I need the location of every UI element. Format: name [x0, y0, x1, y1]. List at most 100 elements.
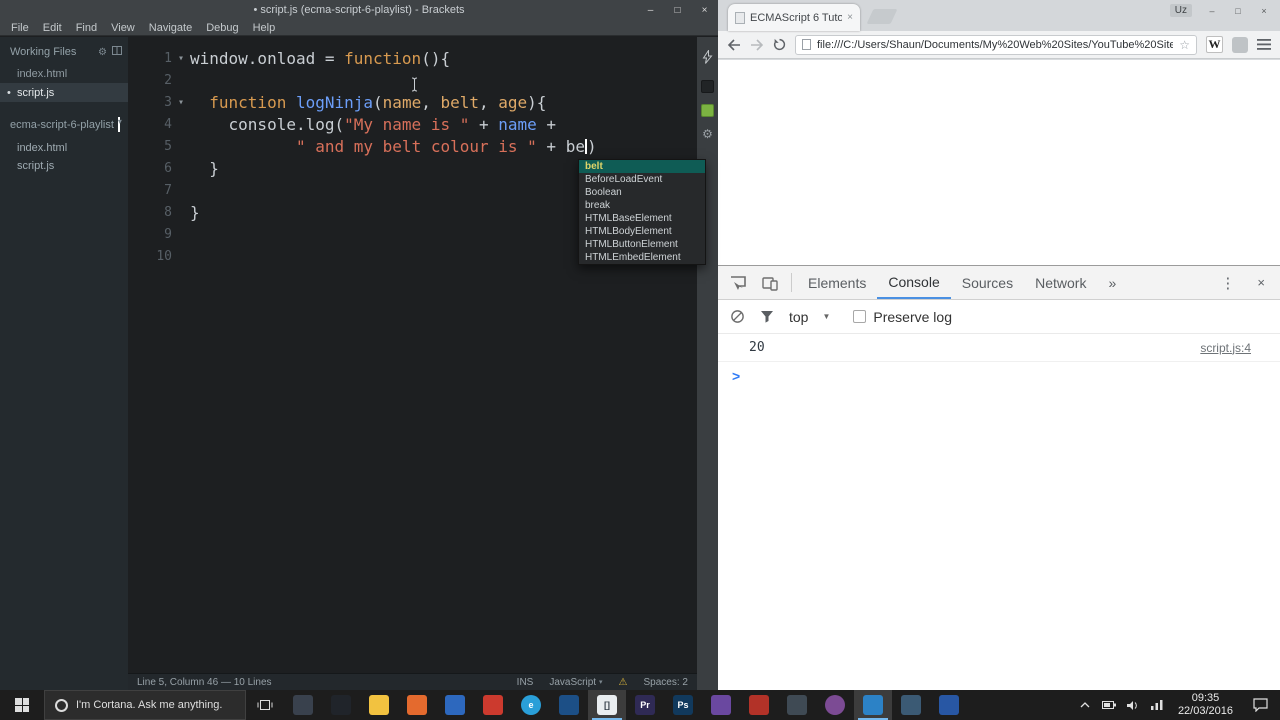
- reload-icon[interactable]: [773, 38, 786, 51]
- back-icon[interactable]: [727, 38, 741, 51]
- close-button[interactable]: ×: [691, 0, 718, 20]
- insert-mode-status[interactable]: INS: [517, 677, 534, 688]
- code-text[interactable]: " and my belt colour is " + be): [190, 136, 697, 158]
- hint-item[interactable]: HTMLBodyElement: [579, 225, 705, 238]
- tray-network-icon[interactable]: [1145, 690, 1169, 720]
- page-content[interactable]: [718, 60, 1280, 265]
- adobe-photoshop-taskbar-button[interactable]: Ps: [664, 690, 702, 720]
- maximize-button[interactable]: □: [1226, 2, 1250, 19]
- console-source-link[interactable]: script.js:4: [1200, 341, 1251, 355]
- cortana-search-box[interactable]: I'm Cortana. Ask me anything.: [44, 690, 246, 720]
- pinned-app-5-taskbar-button[interactable]: [436, 690, 474, 720]
- pinned-app-12-taskbar-button[interactable]: [702, 690, 740, 720]
- code-text[interactable]: window.onload = function(){: [190, 48, 697, 70]
- devtools-tab-elements[interactable]: Elements: [797, 266, 877, 299]
- working-file-item[interactable]: index.html: [0, 64, 128, 83]
- tray-volume-icon[interactable]: [1121, 690, 1145, 720]
- file-explorer-taskbar-button[interactable]: [360, 690, 398, 720]
- pinned-app-8-taskbar-button[interactable]: [550, 690, 588, 720]
- spaces-status[interactable]: Spaces: 2: [644, 677, 688, 688]
- brackets-titlebar[interactable]: • script.js (ecma-script-6-playlist) - B…: [0, 0, 718, 20]
- pinned-app-14-taskbar-button[interactable]: [778, 690, 816, 720]
- url-text[interactable]: file:///C:/Users/Shaun/Documents/My%20We…: [817, 39, 1173, 51]
- menu-hamburger-icon[interactable]: [1257, 39, 1271, 50]
- tray-battery-icon[interactable]: [1097, 690, 1121, 720]
- preserve-log-option[interactable]: Preserve log: [853, 309, 952, 325]
- extension-icon[interactable]: [1232, 36, 1248, 53]
- hint-item[interactable]: HTMLBaseElement: [579, 212, 705, 225]
- gear-icon[interactable]: ⚙: [98, 47, 107, 58]
- fold-arrow-icon[interactable]: ▾: [172, 48, 190, 70]
- profile-badge[interactable]: Uz: [1169, 4, 1192, 17]
- project-file-item[interactable]: index.html: [0, 139, 128, 157]
- address-bar[interactable]: file:///C:/Users/Shaun/Documents/My%20We…: [795, 34, 1197, 55]
- preserve-log-checkbox[interactable]: [853, 310, 867, 323]
- menu-navigate[interactable]: Navigate: [142, 22, 199, 34]
- clear-console-icon[interactable]: [730, 309, 745, 324]
- devtools-tab-network[interactable]: Network: [1024, 266, 1097, 299]
- taskbar-clock[interactable]: 09:35 22/03/2016: [1169, 692, 1242, 718]
- pinned-app-6-taskbar-button[interactable]: [474, 690, 512, 720]
- wikipedia-extension-icon[interactable]: W: [1206, 36, 1223, 53]
- extension-icon[interactable]: [701, 104, 714, 117]
- adobe-premiere-taskbar-button[interactable]: Pr: [626, 690, 664, 720]
- hint-item[interactable]: belt: [579, 160, 705, 173]
- code-text[interactable]: function logNinja(name, belt, age){: [190, 92, 697, 114]
- inspect-element-icon[interactable]: [722, 266, 754, 299]
- live-preview-icon[interactable]: [702, 48, 713, 69]
- bookmark-star-icon[interactable]: ☆: [1179, 38, 1190, 52]
- hint-item[interactable]: HTMLEmbedElement: [579, 251, 705, 264]
- code-text[interactable]: [190, 70, 697, 92]
- minimize-button[interactable]: –: [637, 0, 664, 20]
- console-input[interactable]: [748, 362, 1280, 389]
- hint-item[interactable]: HTMLButtonElement: [579, 238, 705, 251]
- devtools-tab-more[interactable]: »: [1097, 266, 1127, 299]
- menu-debug[interactable]: Debug: [199, 22, 245, 34]
- cursor-position-status[interactable]: Line 5, Column 46 — 10 Lines: [137, 677, 272, 688]
- filter-icon[interactable]: [760, 310, 774, 323]
- close-button[interactable]: ×: [1252, 2, 1276, 19]
- new-tab-button[interactable]: [866, 9, 898, 24]
- working-file-item[interactable]: • script.js: [0, 83, 128, 102]
- execution-context-selector[interactable]: top ▼: [789, 309, 830, 325]
- brackets-taskbar-button[interactable]: []: [588, 690, 626, 720]
- lint-warning-icon[interactable]: ⚠: [619, 677, 628, 688]
- pinned-app-1-taskbar-button[interactable]: [284, 690, 322, 720]
- fold-arrow-icon[interactable]: ▾: [172, 92, 190, 114]
- split-view-icon[interactable]: [112, 46, 122, 58]
- menu-help[interactable]: Help: [246, 22, 283, 34]
- devtools-tab-sources[interactable]: Sources: [951, 266, 1024, 299]
- code-text[interactable]: console.log("My name is " + name +: [190, 114, 697, 136]
- devtools-tab-console[interactable]: Console: [877, 266, 951, 299]
- live-highlight-icon[interactable]: [701, 80, 714, 93]
- menu-edit[interactable]: Edit: [36, 22, 69, 34]
- hint-item[interactable]: break: [579, 199, 705, 212]
- microsoft-edge-taskbar-button[interactable]: e: [512, 690, 550, 720]
- kebab-menu-icon[interactable]: ⋮: [1209, 274, 1246, 292]
- project-dropdown[interactable]: ecma-script-6-playlist ▾: [0, 102, 128, 139]
- minimize-button[interactable]: –: [1200, 2, 1224, 19]
- maximize-button[interactable]: □: [664, 0, 691, 20]
- device-toolbar-icon[interactable]: [754, 266, 786, 299]
- code-editor[interactable]: 1 ▾ window.onload = function(){2 3 ▾ functio…: [128, 37, 697, 690]
- language-selector[interactable]: JavaScript ▾: [549, 677, 602, 688]
- tray-expand-chevron-icon[interactable]: [1073, 690, 1097, 720]
- pinned-app-4-taskbar-button[interactable]: [398, 690, 436, 720]
- forward-icon[interactable]: [750, 38, 764, 51]
- task-view-button[interactable]: [246, 690, 284, 720]
- project-file-item[interactable]: script.js: [0, 157, 128, 175]
- browser-tab[interactable]: ECMAScript 6 Tutorials ×: [728, 4, 860, 31]
- action-center-icon[interactable]: [1242, 690, 1278, 720]
- pinned-app-18-taskbar-button[interactable]: [930, 690, 968, 720]
- menu-find[interactable]: Find: [69, 22, 104, 34]
- tab-close-icon[interactable]: ×: [847, 12, 853, 23]
- pinned-app-17-taskbar-button[interactable]: [892, 690, 930, 720]
- pinned-app-2-taskbar-button[interactable]: [322, 690, 360, 720]
- start-button[interactable]: [0, 690, 44, 720]
- google-chrome-taskbar-button[interactable]: [854, 690, 892, 720]
- pinned-app-15-taskbar-button[interactable]: [816, 690, 854, 720]
- extension-manager-icon[interactable]: ⚙: [702, 128, 713, 140]
- menu-file[interactable]: File: [4, 22, 36, 34]
- hint-item[interactable]: BeforeLoadEvent: [579, 173, 705, 186]
- pinned-app-13-taskbar-button[interactable]: [740, 690, 778, 720]
